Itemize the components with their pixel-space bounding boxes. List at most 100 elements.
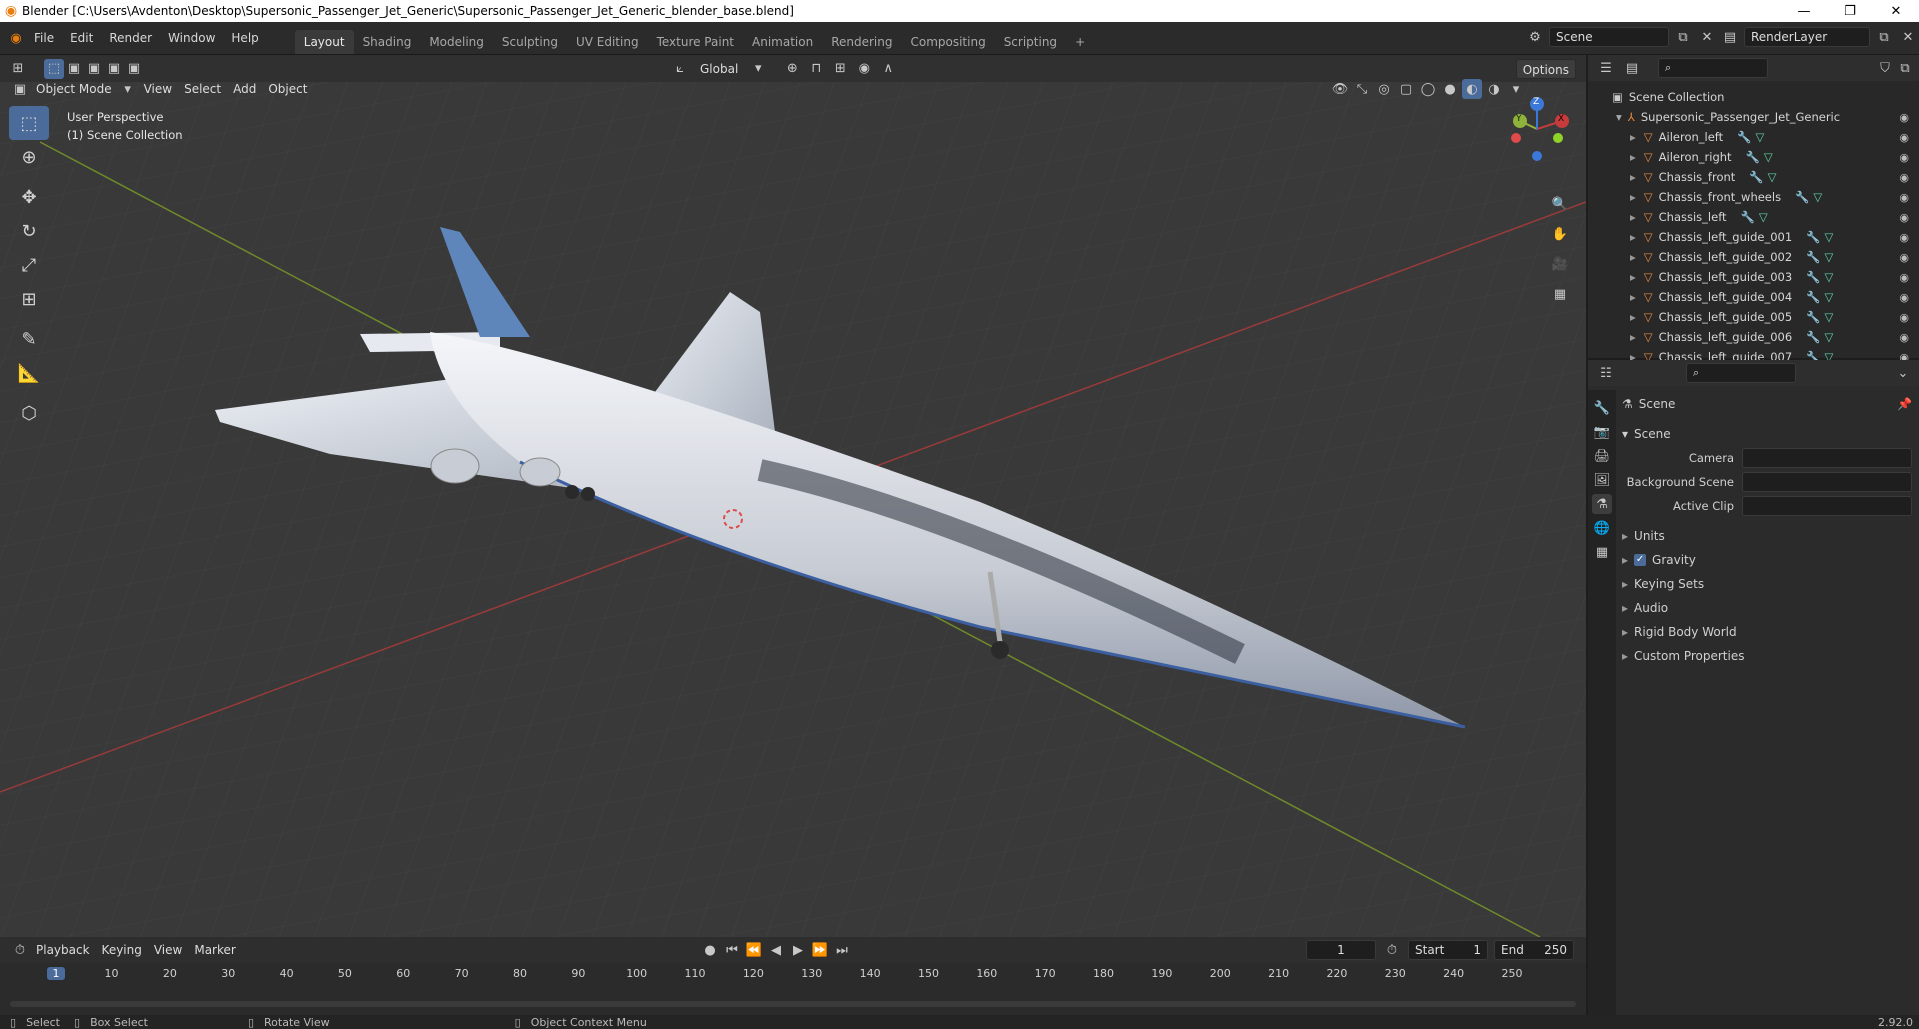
tab-shading[interactable]: Shading bbox=[354, 30, 421, 54]
tool-tab-icon[interactable]: 🔧 bbox=[1592, 398, 1612, 418]
expand-icon[interactable]: ▾ bbox=[1616, 110, 1622, 124]
subpanel-header[interactable]: ▸ Rigid Body World bbox=[1622, 620, 1912, 644]
3d-viewport[interactable]: User Perspective (1) Scene Collection X … bbox=[0, 82, 1586, 937]
render-tab-icon[interactable]: 📷 bbox=[1592, 422, 1612, 442]
scale-tool-icon[interactable]: ⤢ bbox=[9, 248, 49, 282]
tab-animation[interactable]: Animation bbox=[743, 30, 822, 54]
menu-timeline-view[interactable]: View bbox=[148, 940, 188, 960]
outliner-object-row[interactable]: ▸ ▽ Chassis_left_guide_006 🔧 ▽ ◉ bbox=[1588, 327, 1919, 347]
solid-shading-icon[interactable]: ● bbox=[1440, 79, 1460, 99]
menu-select[interactable]: Select bbox=[178, 79, 227, 99]
minimize-button[interactable]: — bbox=[1781, 0, 1827, 22]
menu-add[interactable]: Add bbox=[227, 79, 262, 99]
eye-icon[interactable]: ◉ bbox=[1899, 111, 1909, 124]
modifier-icon[interactable]: 🔧 bbox=[1806, 330, 1820, 344]
add-workspace-icon[interactable]: + bbox=[1066, 30, 1094, 54]
visibility-icon[interactable]: 👁 bbox=[1330, 79, 1350, 99]
mode-dropdown[interactable]: Object Mode bbox=[30, 79, 118, 99]
blender-menu-icon[interactable]: ◉ bbox=[6, 28, 26, 48]
mesh-data-icon[interactable]: ▽ bbox=[1825, 250, 1834, 264]
expand-icon[interactable]: ▸ bbox=[1630, 310, 1636, 324]
outliner-search-input[interactable]: ⌕ bbox=[1658, 58, 1768, 78]
outliner-object-row[interactable]: ▸ ▽ Chassis_front_wheels 🔧 ▽ ◉ bbox=[1588, 187, 1919, 207]
timeline-editor-type-icon[interactable]: ⏱ bbox=[10, 940, 30, 960]
mesh-data-icon[interactable]: ▽ bbox=[1825, 330, 1834, 344]
play-reverse-icon[interactable]: ◀ bbox=[766, 940, 786, 960]
expand-icon[interactable]: ▸ bbox=[1630, 250, 1636, 264]
eye-icon[interactable]: ◉ bbox=[1899, 291, 1909, 304]
outliner-object-row[interactable]: ▸ ▽ Chassis_left_guide_004 🔧 ▽ ◉ bbox=[1588, 287, 1919, 307]
new-scene-icon[interactable]: ⧉ bbox=[1673, 27, 1693, 47]
prev-keyframe-icon[interactable]: ⏪ bbox=[744, 940, 764, 960]
outliner-collection-row[interactable]: ▾ ⅄ Supersonic_Passenger_Jet_Generic ◉ bbox=[1588, 107, 1919, 127]
timeline-scrollbar[interactable] bbox=[10, 1001, 1576, 1007]
modifier-icon[interactable]: 🔧 bbox=[1806, 250, 1820, 264]
expand-icon[interactable]: ▸ bbox=[1630, 290, 1636, 304]
expand-icon[interactable]: ▸ bbox=[1630, 150, 1636, 164]
properties-editor-type-icon[interactable]: ☷ bbox=[1596, 363, 1616, 383]
property-value-field[interactable] bbox=[1742, 496, 1912, 516]
mesh-data-icon[interactable]: ▽ bbox=[1768, 170, 1777, 184]
world-tab-icon[interactable]: 🌐 bbox=[1592, 518, 1612, 538]
expand-icon[interactable]: ▸ bbox=[1630, 210, 1636, 224]
output-tab-icon[interactable]: 🖨 bbox=[1592, 446, 1612, 466]
menu-render[interactable]: Render bbox=[101, 26, 160, 50]
mesh-data-icon[interactable]: ▽ bbox=[1759, 210, 1768, 224]
record-icon[interactable]: ● bbox=[700, 940, 720, 960]
scene-tab-icon[interactable]: ⚗ bbox=[1592, 494, 1612, 514]
modifier-icon[interactable]: 🔧 bbox=[1806, 290, 1820, 304]
mesh-data-icon[interactable]: ▽ bbox=[1755, 130, 1764, 144]
delete-scene-icon[interactable]: ✕ bbox=[1697, 27, 1717, 47]
menu-file[interactable]: File bbox=[26, 26, 62, 50]
gravity-checkbox[interactable]: ✓ bbox=[1634, 554, 1647, 566]
modifier-icon[interactable]: 🔧 bbox=[1806, 230, 1820, 244]
current-frame-field[interactable]: 1 bbox=[1306, 940, 1376, 960]
eye-icon[interactable]: ◉ bbox=[1899, 311, 1909, 324]
tab-rendering[interactable]: Rendering bbox=[822, 30, 901, 54]
subpanel-header[interactable]: ▸ Keying Sets bbox=[1622, 572, 1912, 596]
scene-panel-header[interactable]: ▾ Scene bbox=[1622, 422, 1912, 446]
measure-tool-icon[interactable]: 📐 bbox=[9, 356, 49, 390]
modifier-icon[interactable]: 🔧 bbox=[1749, 170, 1763, 184]
rotate-tool-icon[interactable]: ↻ bbox=[9, 214, 49, 248]
outliner-object-row[interactable]: ▸ ▽ Chassis_left_guide_001 🔧 ▽ ◉ bbox=[1588, 227, 1919, 247]
outliner-object-row[interactable]: ▸ ▽ Chassis_left_guide_003 🔧 ▽ ◉ bbox=[1588, 267, 1919, 287]
delete-renderlayer-icon[interactable]: ✕ bbox=[1898, 27, 1918, 47]
tab-uv-editing[interactable]: UV Editing bbox=[567, 30, 648, 54]
expand-icon[interactable]: ▸ bbox=[1630, 270, 1636, 284]
eye-icon[interactable]: ◉ bbox=[1899, 191, 1909, 204]
menu-view[interactable]: View bbox=[138, 79, 178, 99]
eye-icon[interactable]: ◉ bbox=[1899, 131, 1909, 144]
menu-marker[interactable]: Marker bbox=[188, 940, 241, 960]
eye-icon[interactable]: ◉ bbox=[1899, 331, 1909, 344]
mesh-data-icon[interactable]: ▽ bbox=[1825, 310, 1834, 324]
maximize-button[interactable]: ❐ bbox=[1827, 0, 1873, 22]
modifier-icon[interactable]: 🔧 bbox=[1806, 310, 1820, 324]
eye-icon[interactable]: ◉ bbox=[1899, 151, 1909, 164]
navigation-gizmo[interactable]: X Y Z bbox=[1502, 94, 1572, 164]
scene-field[interactable]: Scene bbox=[1549, 27, 1669, 47]
tab-compositing[interactable]: Compositing bbox=[901, 30, 994, 54]
menu-object[interactable]: Object bbox=[262, 79, 313, 99]
expand-icon[interactable]: ▸ bbox=[1630, 130, 1636, 144]
outliner-object-row[interactable]: ▸ ▽ Chassis_left_guide_005 🔧 ▽ ◉ bbox=[1588, 307, 1919, 327]
zoom-icon[interactable]: 🔍 bbox=[1550, 194, 1570, 214]
display-mode-icon[interactable]: ▤ bbox=[1622, 58, 1642, 78]
new-renderlayer-icon[interactable]: ⧉ bbox=[1874, 27, 1894, 47]
menu-edit[interactable]: Edit bbox=[62, 26, 101, 50]
expand-icon[interactable]: ▸ bbox=[1630, 230, 1636, 244]
playhead-marker[interactable]: 1 bbox=[47, 967, 65, 980]
add-cube-tool-icon[interactable]: ⬡ bbox=[9, 396, 49, 430]
modifier-icon[interactable]: 🔧 bbox=[1746, 150, 1760, 164]
perspective-toggle-icon[interactable]: ▦ bbox=[1550, 284, 1570, 304]
end-frame-field[interactable]: End 250 bbox=[1494, 940, 1574, 960]
mesh-data-icon[interactable]: ▽ bbox=[1764, 150, 1773, 164]
mesh-data-icon[interactable]: ▽ bbox=[1813, 190, 1822, 204]
move-tool-icon[interactable]: ✥ bbox=[9, 180, 49, 214]
property-value-field[interactable] bbox=[1742, 448, 1912, 468]
camera-view-icon[interactable]: 🎥 bbox=[1550, 254, 1570, 274]
subpanel-header[interactable]: ▸ ✓ Gravity bbox=[1622, 548, 1912, 572]
subpanel-header[interactable]: ▸ Audio bbox=[1622, 596, 1912, 620]
outliner-object-row[interactable]: ▸ ▽ Aileron_left 🔧 ▽ ◉ bbox=[1588, 127, 1919, 147]
filter-icon[interactable]: ⛉ bbox=[1875, 58, 1895, 78]
